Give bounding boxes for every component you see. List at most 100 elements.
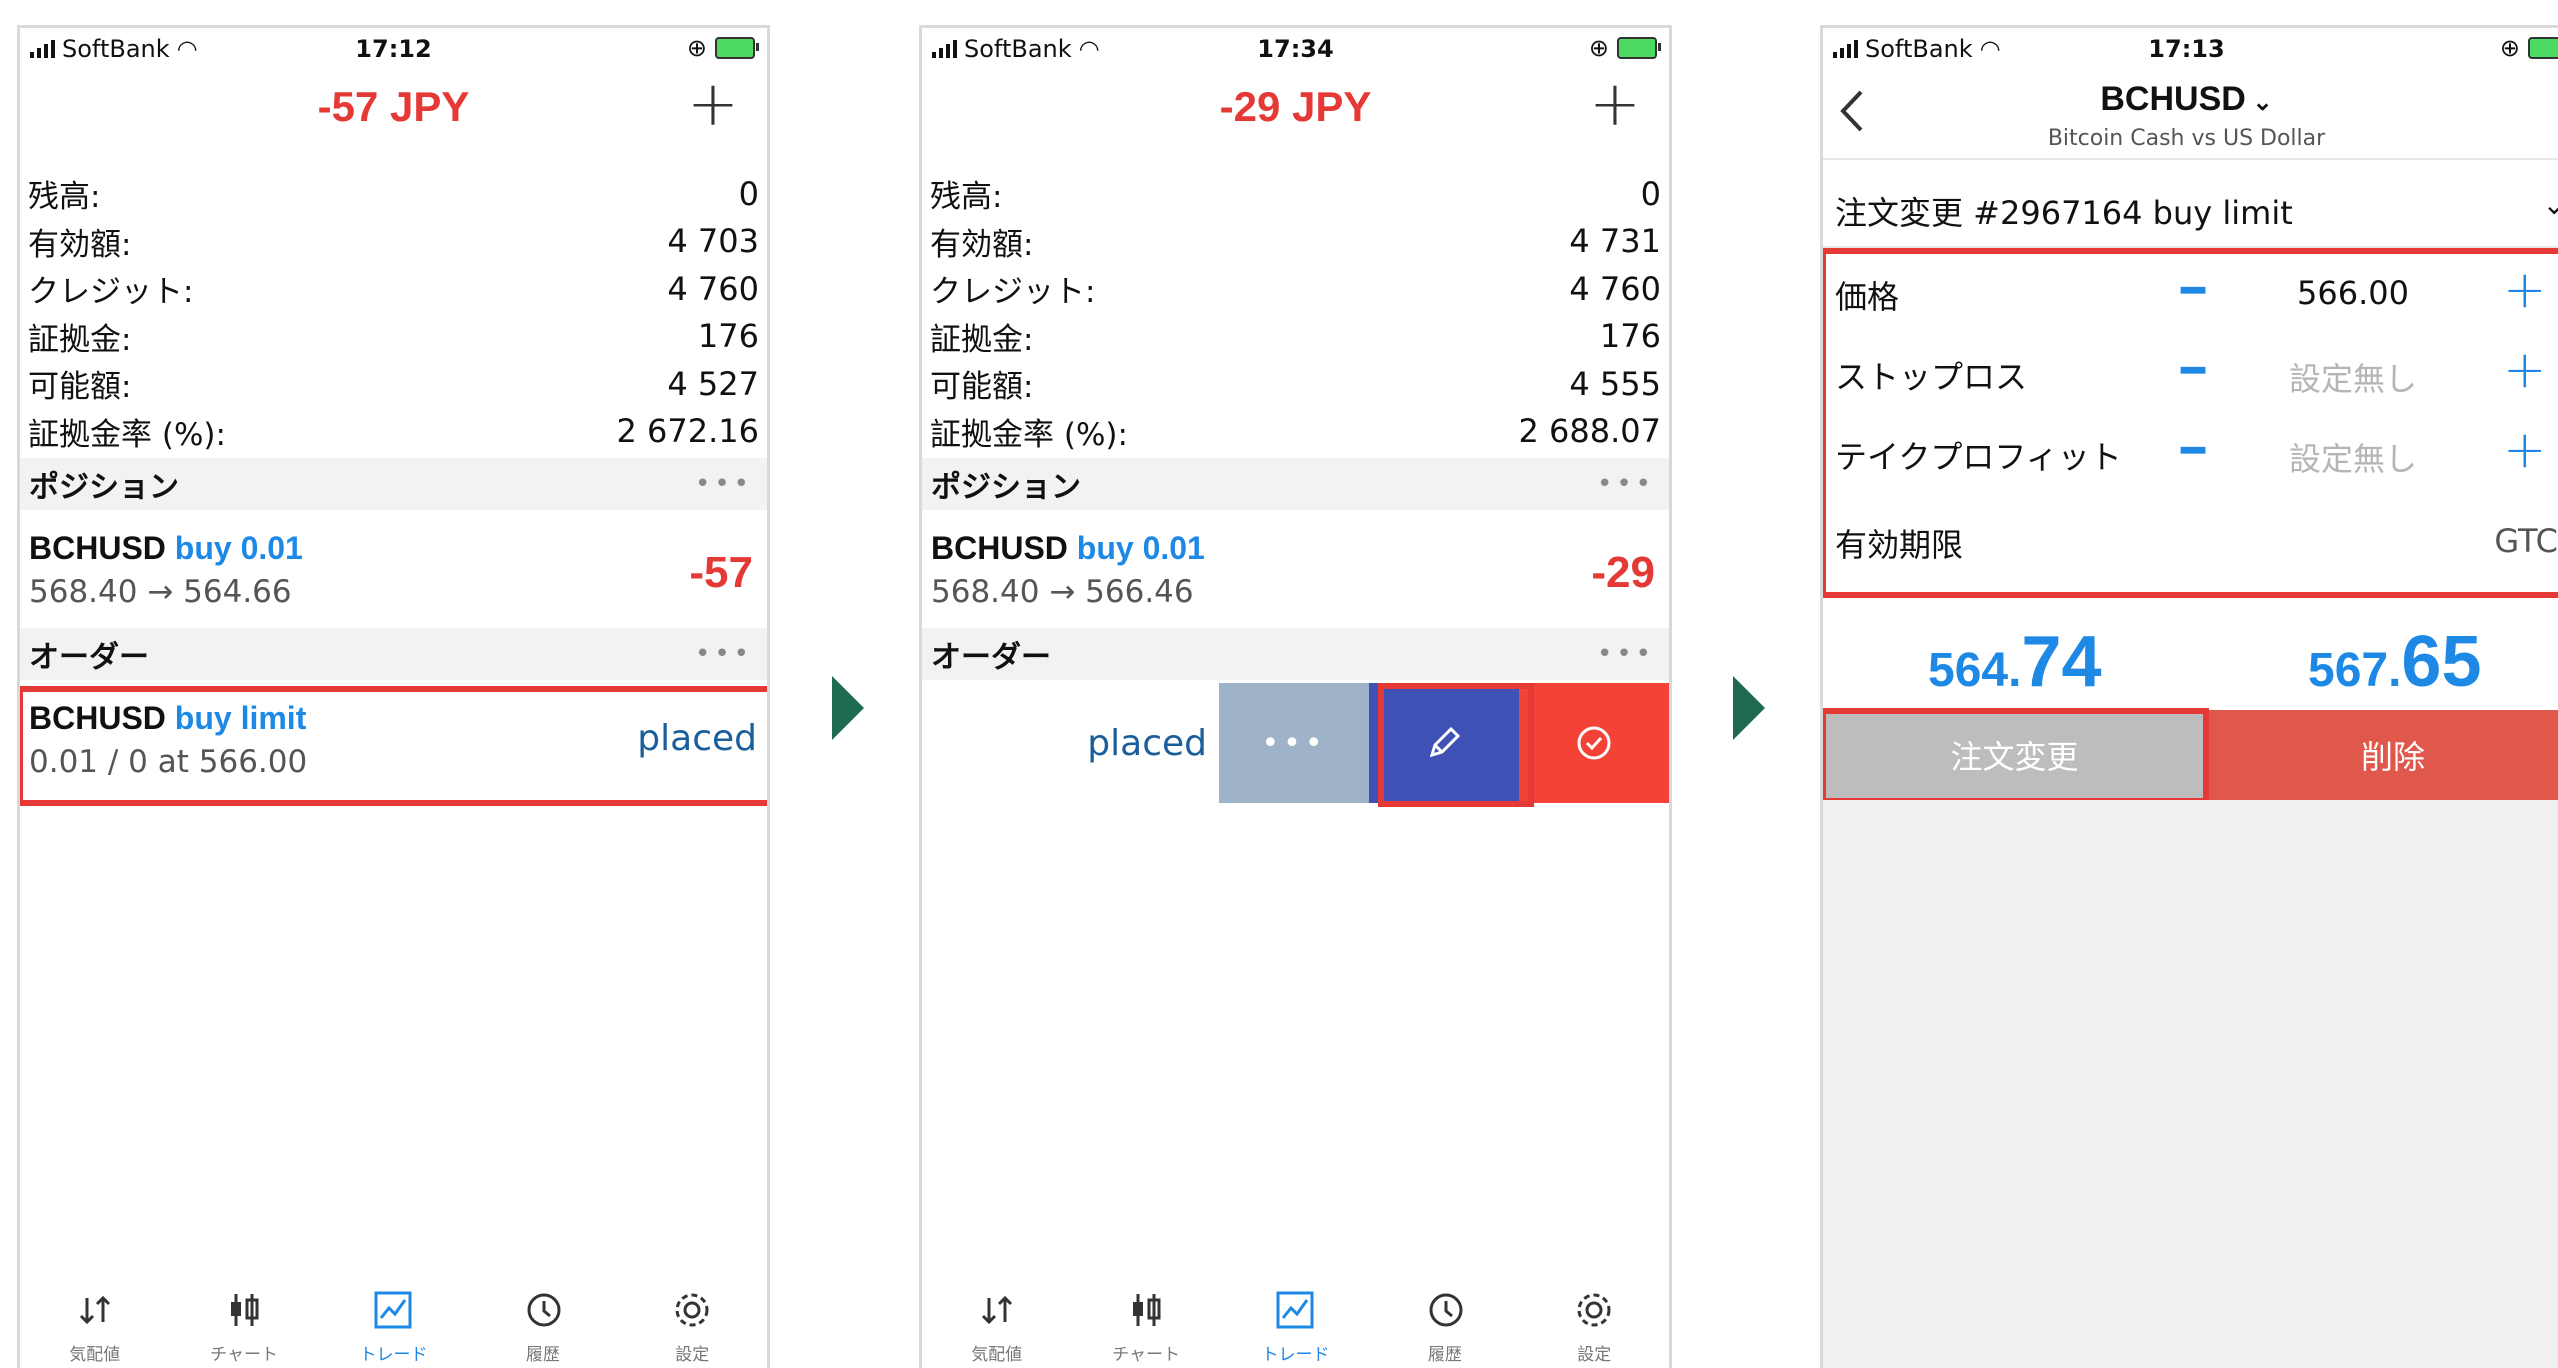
orientation-lock-icon: ⊕ [686, 34, 707, 62]
tab-chart[interactable]: チャート [194, 1268, 294, 1368]
chevron-down-icon: ⌄ [2245, 89, 2273, 116]
ask-big: 65 [2401, 622, 2482, 702]
quotes-icon [981, 1295, 1012, 1325]
status-bar: SoftBank ◠ 17:34 ⊕ [922, 28, 1669, 68]
position-row[interactable]: BCHUSD buy 0.01 568.40 → 566.46 -29 [922, 510, 1669, 628]
tab-quotes[interactable]: 気配値 [45, 1268, 145, 1368]
history-icon [1429, 1293, 1463, 1327]
orientation-lock-icon: ⊕ [2499, 34, 2520, 62]
positions-title: ポジション [931, 470, 1081, 505]
tab-label: 気配値 [69, 1345, 121, 1365]
positions-header: ポジション ••• [20, 458, 767, 510]
tab-bar: 気配値 チャート トレード 履歴 設定 [20, 1268, 767, 1368]
margin-label: 証拠金: [28, 321, 132, 358]
position-row[interactable]: BCHUSD buy 0.01 568.40 → 564.66 -57 [20, 510, 767, 628]
more-actions-button[interactable]: ••• [1219, 683, 1369, 803]
credit-label: クレジット: [930, 274, 1096, 311]
settings-icon [1577, 1293, 1611, 1327]
tab-quotes[interactable]: 気配値 [947, 1268, 1047, 1368]
balance-value: 0 [1640, 174, 1661, 213]
symbol-title[interactable]: BCHUSD ⌄ [1823, 80, 2558, 119]
order-status: placed [1087, 722, 1207, 764]
orders-header: オーダー ••• [922, 628, 1669, 680]
symbol-description: Bitcoin Cash vs US Dollar [2047, 126, 2326, 151]
position-symbol: BCHUSD [29, 530, 166, 566]
status-time: 17:34 [1257, 35, 1334, 63]
tab-chart[interactable]: チャート [1096, 1268, 1196, 1368]
more-icon[interactable]: ••• [1597, 469, 1655, 499]
tab-label: 設定 [675, 1345, 710, 1365]
confirm-order-button[interactable] [1519, 683, 1669, 803]
position-prices: 568.40 → 566.46 [931, 574, 1194, 610]
symbol-name: BCHUSD [2100, 80, 2246, 118]
order-type-label: 注文変更 #2967164 buy limit [1835, 194, 2293, 232]
positions-header: ポジション ••• [922, 458, 1669, 510]
margin-value: 176 [697, 317, 759, 356]
equity-value: 4 731 [1569, 222, 1661, 261]
chart-icon [231, 1294, 259, 1326]
orders-title: オーダー [931, 640, 1051, 675]
new-order-plus-icon[interactable]: + [1589, 73, 1641, 135]
empty-area [1823, 800, 2558, 1368]
tab-label: 履歴 [525, 1345, 560, 1365]
free-margin-label: 可能額: [28, 369, 132, 406]
tab-history[interactable]: 履歴 [1395, 1268, 1495, 1368]
free-margin-label: 可能額: [930, 369, 1034, 406]
tab-trade[interactable]: トレード [1245, 1268, 1345, 1368]
chevron-down-icon: ⌄ [2543, 188, 2558, 221]
floating-profit: -57 JPY [317, 83, 470, 130]
credit-label: クレジット: [28, 274, 194, 311]
account-summary: 残高: 0 有効額: 4 731 クレジット: 4 760 証拠金: 176 可能額: 4… [930, 170, 1661, 455]
tab-label: 設定 [1577, 1345, 1612, 1365]
settings-icon [675, 1293, 709, 1327]
position-pl: -29 [1591, 548, 1655, 597]
chart-icon [1133, 1294, 1161, 1326]
tab-label: トレード [1261, 1345, 1330, 1365]
tab-label: チャート [210, 1345, 278, 1365]
highlight-box [20, 686, 767, 806]
tab-trade[interactable]: トレード [343, 1268, 443, 1368]
more-icon[interactable]: ••• [1597, 639, 1655, 669]
tab-settings[interactable]: 設定 [1544, 1268, 1644, 1368]
status-bar: SoftBank ◠ 17:12 ⊕ [20, 28, 767, 68]
margin-level-label: 証拠金率 (%): [28, 416, 226, 453]
position-prices: 568.40 → 564.66 [29, 574, 292, 610]
equity-label: 有効額: [28, 226, 132, 263]
orientation-lock-icon: ⊕ [1588, 34, 1609, 62]
ask-price: 567.65 [2308, 621, 2482, 703]
positions-title: ポジション [29, 470, 179, 505]
more-icon[interactable]: ••• [695, 469, 753, 499]
order-row-swiped[interactable]: placed ••• [922, 683, 1669, 803]
battery-icon [2528, 37, 2558, 59]
status-time: 17:12 [355, 35, 432, 63]
divider [1823, 158, 2558, 160]
balance-label: 残高: [28, 179, 101, 216]
trade-icon [1276, 1291, 1314, 1329]
margin-level-value: 2 688.07 [1518, 412, 1662, 451]
tab-history[interactable]: 履歴 [493, 1268, 593, 1368]
step-arrow-icon [1733, 676, 1765, 740]
new-order-plus-icon[interactable]: + [687, 73, 739, 135]
credit-value: 4 760 [667, 269, 759, 308]
orders-header: オーダー ••• [20, 628, 767, 680]
margin-label: 証拠金: [930, 321, 1034, 358]
history-icon [527, 1293, 561, 1327]
position-side: buy 0.01 [1076, 530, 1205, 566]
tab-label: 履歴 [1427, 1345, 1462, 1365]
status-time: 17:13 [2148, 35, 2225, 63]
margin-level-value: 2 672.16 [616, 412, 760, 451]
bid-prefix: 564. [1928, 644, 2022, 697]
position-side: buy 0.01 [174, 530, 303, 566]
delete-order-button[interactable]: 削除 [2206, 710, 2558, 800]
position-pl: -57 [689, 548, 753, 597]
account-summary: 残高: 0 有効額: 4 703 クレジット: 4 760 証拠金: 176 可能額: 4… [28, 170, 759, 455]
floating-profit: -29 JPY [1219, 83, 1372, 130]
tab-label: 気配値 [971, 1345, 1023, 1365]
tab-settings[interactable]: 設定 [642, 1268, 742, 1368]
phone-screen-3: SoftBank ◠ 17:13 ⊕ BCHUSD ⌄ Bitcoin Cash… [1820, 25, 2558, 1368]
tab-label: トレード [359, 1345, 428, 1365]
order-type-select[interactable]: 注文変更 #2967164 buy limit ⌄ [1835, 188, 2558, 234]
battery-icon [1617, 37, 1661, 59]
margin-value: 176 [1599, 317, 1661, 356]
more-icon[interactable]: ••• [695, 639, 753, 669]
